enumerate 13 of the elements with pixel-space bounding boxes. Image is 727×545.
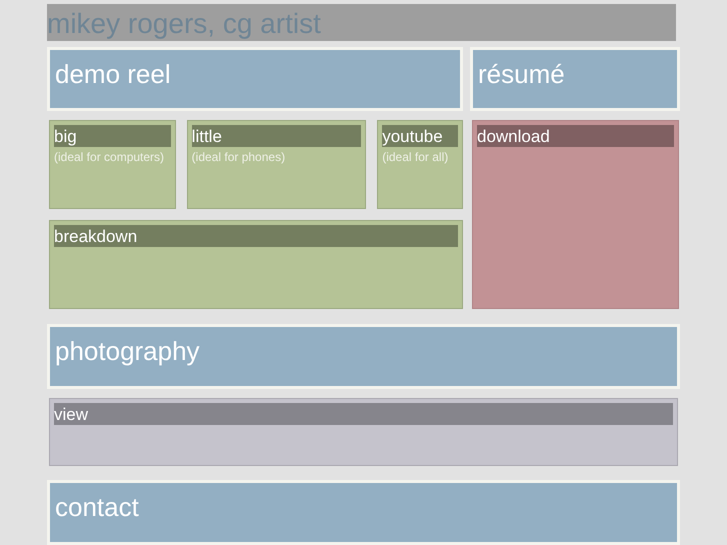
link-label[interactable]: little	[192, 125, 362, 147]
link-note: (ideal for computers)	[54, 150, 166, 164]
link-label[interactable]: download	[477, 125, 674, 147]
section-header[interactable]: résumé	[470, 47, 680, 111]
link-note: (ideal for all)	[382, 150, 450, 164]
section-header[interactable]: demo reel	[47, 47, 463, 111]
link-label[interactable]: youtube	[382, 125, 458, 147]
link-note: (ideal for phones)	[192, 150, 286, 164]
link-label[interactable]: view	[54, 403, 673, 425]
link-label[interactable]: big	[54, 125, 171, 147]
link-label[interactable]: breakdown	[54, 225, 458, 247]
section-header[interactable]: photography	[47, 324, 680, 389]
section-header[interactable]: contact	[47, 480, 680, 545]
